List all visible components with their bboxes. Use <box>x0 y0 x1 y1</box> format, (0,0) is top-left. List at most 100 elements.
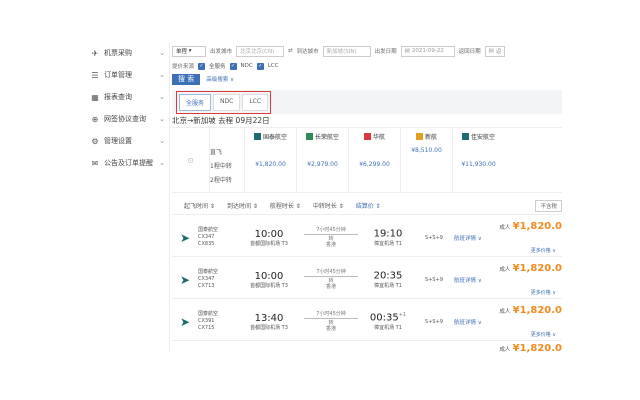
flight-detail-link[interactable]: 航班详情 ∨ <box>454 234 504 242</box>
search-button[interactable]: 搜 索 <box>172 73 201 85</box>
from-label: 出发城市 <box>210 49 233 55</box>
baggage-info: S+S+9 <box>425 318 443 325</box>
price-one-stop[interactable]: ¥1,820.00 <box>245 158 296 172</box>
main-panel: 单程 ▾ 出发城市 北京北京(CN) ⇄ 到达城市 新加坡(SIN) 出发日期 … <box>172 42 562 358</box>
tab-ndc[interactable]: NDC <box>213 93 241 111</box>
price-direct[interactable] <box>453 144 504 158</box>
airline-column[interactable]: 长荣航空 ¥2,979.00 <box>296 128 348 192</box>
baggage-info: S+S+9 <box>425 276 443 283</box>
sidebar-item-4[interactable]: ⚙ 管理设置 ⌄ <box>78 130 169 152</box>
checkbox-ndc[interactable]: ✓ <box>229 62 237 70</box>
sort-transfer[interactable]: 中转时长 ⇕ <box>313 201 344 210</box>
sidebar-item-1[interactable]: ☰ 订单管理 ⌄ <box>78 64 169 86</box>
airline-logo-icon <box>415 132 423 140</box>
price-direct[interactable] <box>349 144 400 158</box>
airline-column[interactable]: 华航 ¥6,299.00 <box>348 128 400 192</box>
sort-duration[interactable]: 航程时长 ⇕ <box>270 201 301 210</box>
row-label-two-stop: 2程中转 <box>210 177 232 184</box>
airline-column[interactable]: 佳安航空 ¥11,930.00 <box>452 128 504 192</box>
airline-logo-icon <box>305 132 313 140</box>
price-one-stop[interactable]: ¥11,930.00 <box>453 158 504 172</box>
trip-type-select[interactable]: 单程 ▾ <box>172 45 206 57</box>
price-one-stop[interactable]: ¥2,979.00 <box>297 158 348 172</box>
check-label-full: 全服务 <box>209 64 226 70</box>
supplier-label: 提价来源 <box>172 64 195 70</box>
check-label-ndc: NDC <box>240 63 253 69</box>
price-one-stop[interactable]: ¥6,299.00 <box>349 158 400 172</box>
airline-logo-icon: ➤ <box>179 314 191 329</box>
departure: 10:00 首都国际机场 T3 <box>250 228 288 247</box>
network-icon: ⊕ <box>91 114 99 124</box>
more-prices-link[interactable]: 更多价格 ∨ <box>531 289 556 296</box>
sidebar-item-2[interactable]: ▦ 报表查询 ⌄ <box>78 86 169 108</box>
from-city-input[interactable]: 北京北京(CN) <box>236 45 285 57</box>
calendar-icon: ▤ <box>488 48 494 54</box>
checkbox-full-service[interactable]: ✓ <box>198 62 206 70</box>
flight-row: ➤ 国泰航空 CX391 CX715 13:40 首都国际机场 T3 7小时45… <box>172 303 562 341</box>
price-direct[interactable] <box>297 144 348 158</box>
more-prices-link[interactable]: 更多价格 ∨ <box>531 331 556 338</box>
report-icon: ▦ <box>91 92 99 102</box>
sidebar: ✈ 机票采购 ⌄ ☰ 订单管理 ⌄ ▦ 报表查询 ⌄ ⊕ 网签协议查询 ⌄ ⚙ 管理设置… <box>78 42 170 352</box>
search-row: 单程 ▾ 出发城市 北京北京(CN) ⇄ 到达城市 新加坡(SIN) 出发日期 … <box>172 42 562 60</box>
airline-name: 长荣航空 <box>297 128 348 144</box>
price-one-stop[interactable] <box>401 158 452 172</box>
sort-bar: 起飞时间 ⇕ 到达时间 ⇕ 航程时长 ⇕ 中转时长 ⇕ 结算价 ⇕ 不含税 <box>172 197 562 215</box>
sidebar-item-label: 机票采购 <box>104 49 132 57</box>
price-two-stop[interactable] <box>401 172 452 186</box>
flight-price[interactable]: 成人 ¥1,820.0 <box>499 305 562 316</box>
price-direct[interactable]: ¥8,510.00 <box>401 144 452 158</box>
tax-select[interactable]: 不含税 <box>535 199 562 212</box>
matrix-nav-icon[interactable]: ⊙ <box>172 128 210 192</box>
airline-name: 佳安航空 <box>453 128 504 144</box>
airline-column[interactable]: 国泰航空 ¥1,820.00 <box>244 128 296 192</box>
sidebar-item-3[interactable]: ⊕ 网签协议查询 ⌄ <box>78 108 169 130</box>
checkbox-lcc[interactable]: ✓ <box>256 62 264 70</box>
transfer-info: 7小时45分钟 转 香港 <box>300 269 362 290</box>
chevron-down-icon: ⌄ <box>159 49 165 57</box>
chevron-down-icon: ⌄ <box>159 71 165 79</box>
sidebar-item-0[interactable]: ✈ 机票采购 ⌄ <box>78 42 169 64</box>
flight-info: 国泰航空 CX391 CX715 <box>198 311 219 331</box>
airline-columns: 国泰航空 ¥1,820.00 长荣航空 ¥2,979.00 华航 ¥6,299.… <box>244 128 504 192</box>
to-label: 到达城市 <box>296 49 319 55</box>
to-city-input[interactable]: 新加坡(SIN) <box>322 45 371 57</box>
swap-icon[interactable]: ⇄ <box>288 48 293 54</box>
sort-depart[interactable]: 起飞时间 ⇕ <box>184 201 215 210</box>
flight-detail-link[interactable]: 航班详情 ∨ <box>454 276 504 284</box>
sidebar-item-label: 公告及订单提醒 <box>104 159 153 167</box>
adult-label: 成人 <box>499 347 511 353</box>
airline-column[interactable]: 新航 ¥8,510.00 <box>400 128 452 192</box>
flight-price[interactable]: 成人 ¥1,820.0 <box>499 263 562 274</box>
price-two-stop[interactable] <box>245 172 296 186</box>
flight-price[interactable]: 成人 ¥1,820.0 <box>499 221 562 232</box>
price-direct[interactable] <box>245 144 296 158</box>
tab-full-service[interactable]: 全服务 <box>179 93 212 111</box>
baggage-info: S+S+9 <box>425 234 443 241</box>
supplier-row: 提价来源 ✓ 全服务 ✓ NDC ✓ LCC <box>172 60 562 72</box>
sidebar-item-5[interactable]: ✉ 公告及订单提醒 ⌄ <box>78 152 169 174</box>
flight-detail-link[interactable]: 航班详情 ∨ <box>454 318 504 326</box>
list-icon: ☰ <box>91 70 99 80</box>
tab-lcc[interactable]: LCC <box>242 93 269 111</box>
price-two-stop[interactable] <box>349 172 400 186</box>
next-price-row: 成人 ¥1,820.0 <box>172 343 562 354</box>
megaphone-icon: ✉ <box>91 158 99 168</box>
arrival: 00:35+1 樟宜机场 T1 <box>369 312 407 331</box>
chevron-down-icon: ⌄ <box>159 159 165 167</box>
airline-logo-icon <box>253 132 261 140</box>
advanced-search-link[interactable]: 高级搜索 ∨ <box>206 75 234 83</box>
return-date-input[interactable]: ▤ 返 <box>484 45 505 57</box>
chevron-down-icon: ⌄ <box>159 93 165 101</box>
sort-price[interactable]: 结算价 ⇕ <box>356 201 381 210</box>
more-prices-link[interactable]: 更多价格 ∨ <box>531 247 556 254</box>
price-two-stop[interactable] <box>453 172 504 186</box>
depart-date-input[interactable]: ▤ 2021-09-22 <box>400 45 455 57</box>
search-buttons: 搜 索 高级搜索 ∨ <box>172 72 562 86</box>
route-title: 北京→新加坡 去程 09月22日 <box>172 116 270 125</box>
flight-info: 国泰航空 CX347 CX835 <box>198 227 219 247</box>
flight-info: 国泰航空 CX347 CX713 <box>198 269 219 289</box>
airline-logo-icon: ➤ <box>179 272 191 287</box>
price-two-stop[interactable] <box>297 172 348 186</box>
sort-arrive[interactable]: 到达时间 ⇕ <box>227 201 258 210</box>
